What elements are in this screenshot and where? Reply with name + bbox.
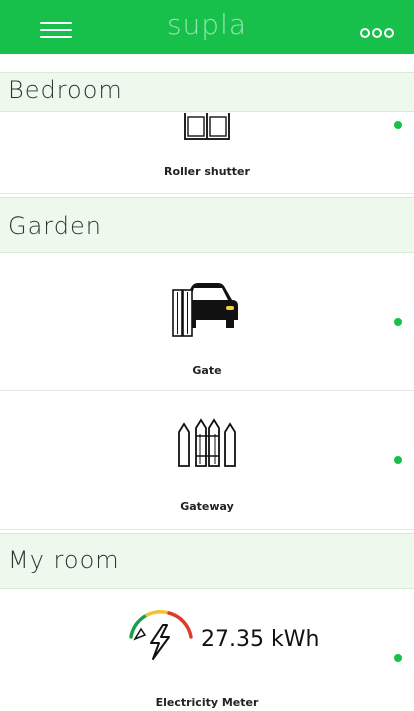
more-dot — [360, 28, 370, 38]
more-dot — [384, 28, 394, 38]
section-title: Bedroom — [8, 76, 123, 104]
more-options-icon[interactable] — [360, 28, 394, 38]
meter-reading: 27.35 kWh — [201, 626, 320, 652]
channel-caption: Roller shutter — [164, 165, 250, 178]
section-title: My room — [8, 546, 120, 574]
roller-shutter-icon — [184, 113, 230, 140]
hamburger-menu-button[interactable] — [40, 22, 72, 40]
app-header: supla — [0, 0, 414, 54]
menu-line — [40, 22, 72, 24]
section-header-bedroom[interactable]: Bedroom — [0, 72, 414, 112]
channel-caption: Gateway — [180, 500, 234, 513]
status-online-indicator — [394, 654, 402, 662]
more-dot — [372, 28, 382, 38]
channel-roller-shutter[interactable]: Roller shutter — [0, 113, 414, 194]
app-title: supla — [166, 7, 248, 41]
channel-caption: Gate — [192, 364, 222, 377]
gate-icon — [172, 283, 238, 337]
section-header-my-room[interactable]: My room — [0, 533, 414, 589]
status-online-indicator — [394, 121, 402, 129]
section-title: Garden — [8, 212, 102, 240]
electricity-meter-icon — [129, 610, 193, 660]
section-header-garden[interactable]: Garden — [0, 197, 414, 253]
channel-gate[interactable]: Gate — [0, 254, 414, 391]
status-online-indicator — [394, 456, 402, 464]
gateway-icon — [178, 418, 236, 467]
channel-caption: Electricity Meter — [155, 696, 259, 709]
meter-display: 27.35 kWh — [125, 610, 320, 660]
status-online-indicator — [394, 318, 402, 326]
channel-gateway[interactable]: Gateway — [0, 392, 414, 530]
menu-line — [40, 36, 72, 38]
menu-line — [40, 29, 72, 31]
